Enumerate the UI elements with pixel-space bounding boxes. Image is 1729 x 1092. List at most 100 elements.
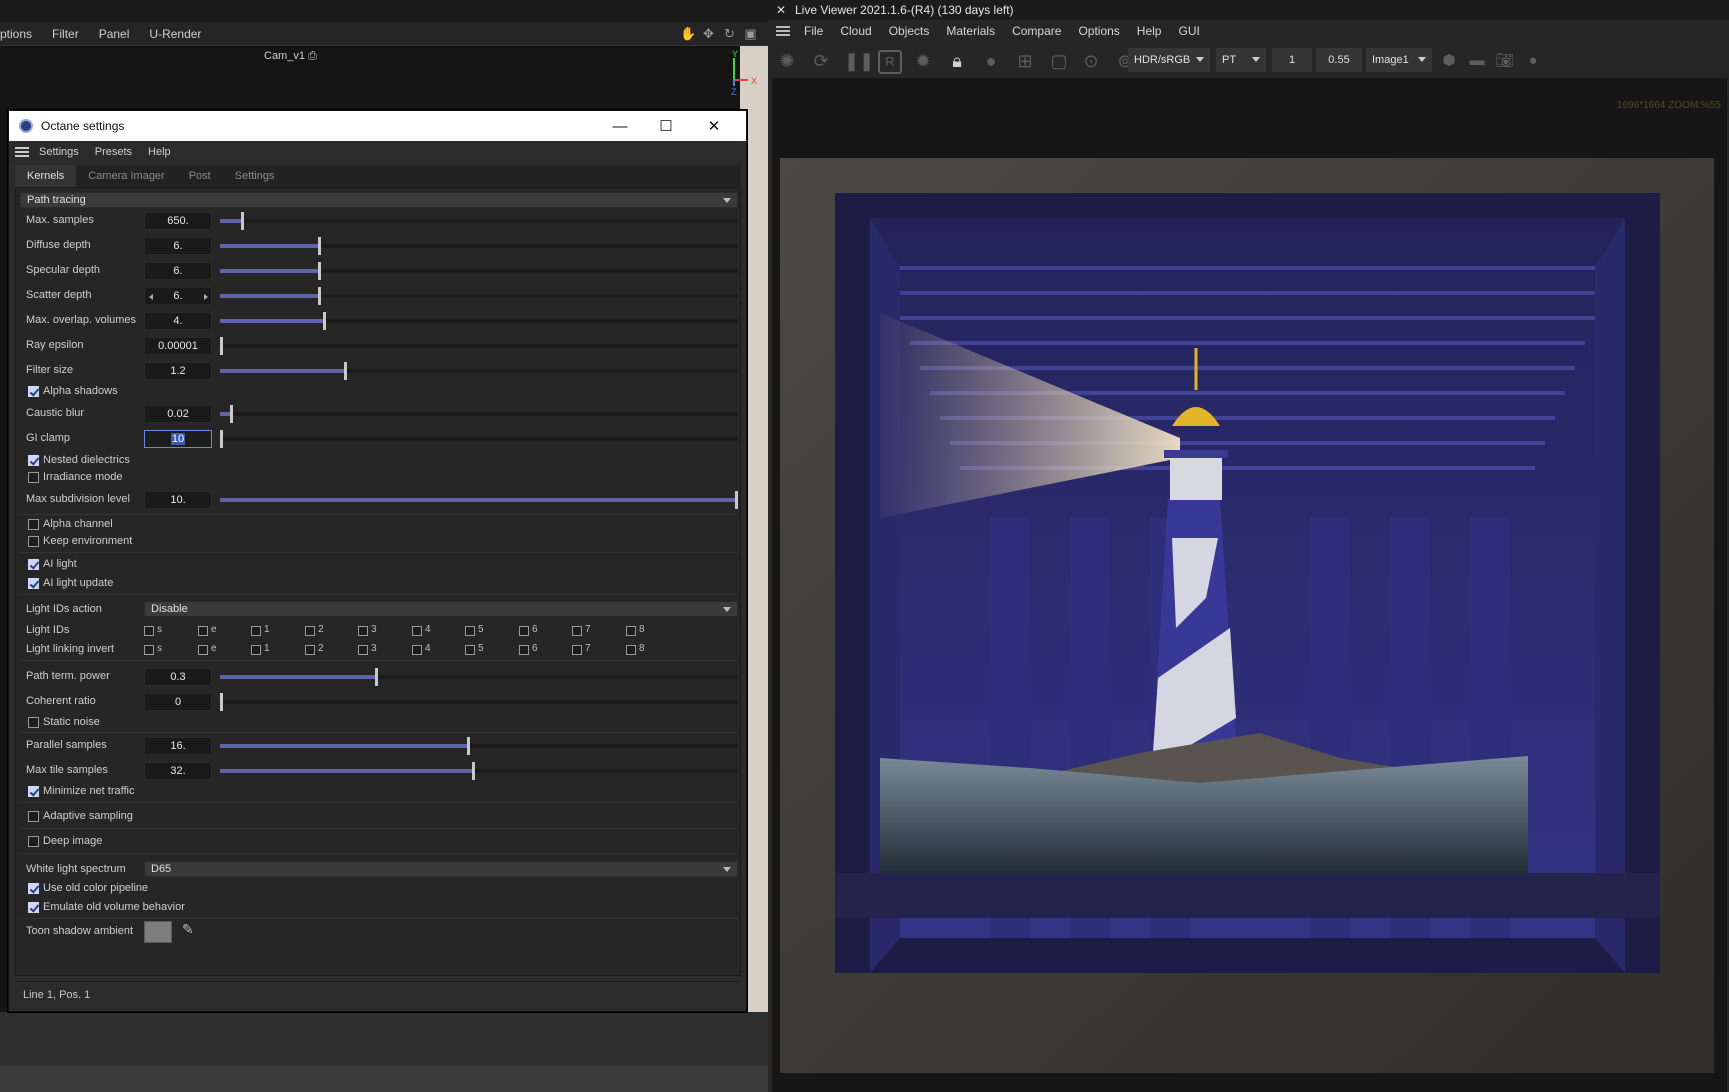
max-tile-samples-slider[interactable] bbox=[220, 762, 738, 780]
scatter-depth-slider[interactable] bbox=[220, 287, 738, 305]
pause-icon[interactable]: ❚❚ bbox=[844, 50, 874, 72]
tab-camera-imager[interactable]: Camera Imager bbox=[76, 165, 176, 187]
tab-settings[interactable]: Settings bbox=[223, 165, 287, 187]
region-render-icon[interactable]: R bbox=[878, 50, 902, 74]
white-light-spectrum-dropdown[interactable]: D65 bbox=[144, 861, 738, 877]
light-linking-checkbox-7[interactable] bbox=[572, 645, 582, 655]
slider-handle[interactable] bbox=[735, 491, 738, 509]
slider-handle[interactable] bbox=[241, 212, 244, 230]
gi-clamp-slider[interactable] bbox=[220, 430, 738, 448]
menu-gui[interactable]: GUI bbox=[1178, 24, 1199, 38]
lock-icon[interactable]: 🔒︎ bbox=[946, 50, 968, 72]
layout-icon[interactable]: ▣ bbox=[743, 26, 758, 41]
material-ball-icon[interactable]: ● bbox=[980, 50, 1002, 72]
menu-objects[interactable]: Objects bbox=[889, 24, 930, 38]
parallel-samples-input[interactable]: 16. bbox=[144, 737, 212, 755]
menu-u-render[interactable]: U-Render bbox=[149, 27, 201, 41]
light-id-checkbox-4[interactable] bbox=[412, 626, 422, 636]
slider-handle[interactable] bbox=[220, 693, 223, 711]
ray-epsilon-slider[interactable] bbox=[220, 337, 738, 355]
light-id-checkbox-3[interactable] bbox=[358, 626, 368, 636]
specular-depth-slider[interactable] bbox=[220, 262, 738, 280]
value-a-field[interactable]: 1 bbox=[1272, 48, 1312, 72]
light-linking-checkbox-8[interactable] bbox=[626, 645, 636, 655]
film-icon[interactable]: ▬ bbox=[1466, 50, 1488, 72]
light-linking-checkbox-e[interactable] bbox=[198, 645, 208, 655]
menu-materials[interactable]: Materials bbox=[946, 24, 995, 38]
minimize-button[interactable]: — bbox=[597, 111, 643, 141]
kernel-mode-select[interactable]: PT bbox=[1216, 48, 1266, 72]
adaptive-sampling-checkbox[interactable] bbox=[28, 811, 39, 822]
decrement-arrow-icon[interactable] bbox=[149, 294, 153, 300]
specular-depth-input[interactable]: 6. bbox=[144, 262, 212, 280]
menu-presets[interactable]: Presets bbox=[95, 146, 132, 158]
hexagon-icon[interactable]: ⬢ bbox=[1438, 50, 1460, 72]
filter-size-slider[interactable] bbox=[220, 362, 738, 380]
nested-dielectrics-checkbox[interactable] bbox=[28, 455, 39, 466]
aperture-icon[interactable]: ✺ bbox=[776, 50, 798, 72]
light-id-checkbox-8[interactable] bbox=[626, 626, 636, 636]
light-linking-checkbox-6[interactable] bbox=[519, 645, 529, 655]
menu-cloud[interactable]: Cloud bbox=[840, 24, 871, 38]
max-samples-input[interactable]: 650. bbox=[144, 212, 212, 230]
frame-icon[interactable]: ▢ bbox=[1048, 50, 1070, 72]
alpha-shadows-checkbox[interactable] bbox=[28, 386, 39, 397]
light-linking-checkbox-5[interactable] bbox=[465, 645, 475, 655]
slider-handle[interactable] bbox=[220, 337, 223, 355]
hand-icon[interactable]: ✋ bbox=[680, 26, 696, 41]
max-samples-slider[interactable] bbox=[220, 212, 738, 230]
keep-environment-checkbox[interactable] bbox=[28, 536, 39, 547]
old-volume-behavior-checkbox[interactable] bbox=[28, 902, 39, 913]
rotate-icon[interactable]: ↻ bbox=[722, 26, 737, 41]
minimize-net-traffic-checkbox[interactable] bbox=[28, 786, 39, 797]
light-id-checkbox-e[interactable] bbox=[198, 626, 208, 636]
slider-handle[interactable] bbox=[323, 312, 326, 330]
old-color-pipeline-checkbox[interactable] bbox=[28, 883, 39, 894]
increment-arrow-icon[interactable] bbox=[204, 294, 208, 300]
light-linking-checkbox-2[interactable] bbox=[305, 645, 315, 655]
static-noise-checkbox[interactable] bbox=[28, 717, 39, 728]
max-tile-samples-input[interactable]: 32. bbox=[144, 762, 212, 780]
hamburger-icon[interactable] bbox=[776, 26, 790, 36]
slider-handle[interactable] bbox=[375, 668, 378, 686]
toon-shadow-color-swatch[interactable] bbox=[144, 921, 172, 943]
alpha-channel-checkbox[interactable] bbox=[28, 519, 39, 530]
path-term-input[interactable]: 0.3 bbox=[144, 668, 212, 686]
light-linking-checkbox-4[interactable] bbox=[412, 645, 422, 655]
light-linking-checkbox-1[interactable] bbox=[251, 645, 261, 655]
light-id-checkbox-6[interactable] bbox=[519, 626, 529, 636]
render-image[interactable] bbox=[780, 158, 1714, 1073]
menu-file[interactable]: File bbox=[804, 24, 823, 38]
coherent-ratio-slider[interactable] bbox=[220, 693, 738, 711]
refresh-icon[interactable]: ⟳ bbox=[810, 50, 832, 72]
light-id-checkbox-5[interactable] bbox=[465, 626, 475, 636]
filter-size-input[interactable]: 1.2 bbox=[144, 362, 212, 380]
parallel-samples-slider[interactable] bbox=[220, 737, 738, 755]
slider-handle[interactable] bbox=[230, 405, 233, 423]
settings-gear-icon[interactable]: ✹ bbox=[912, 50, 934, 72]
irradiance-mode-checkbox[interactable] bbox=[28, 472, 39, 483]
dialog-titlebar[interactable]: Octane settings — ☐ ✕ bbox=[9, 111, 746, 141]
circle-icon[interactable]: ● bbox=[1522, 50, 1544, 72]
light-ids-action-dropdown[interactable]: Disable bbox=[144, 601, 738, 617]
caustic-blur-slider[interactable] bbox=[220, 405, 738, 423]
max-subdiv-slider[interactable] bbox=[220, 491, 738, 509]
menu-panel[interactable]: Panel bbox=[99, 27, 130, 41]
light-id-checkbox-7[interactable] bbox=[572, 626, 582, 636]
menu-filter[interactable]: Filter bbox=[52, 27, 79, 41]
slider-handle[interactable] bbox=[467, 737, 470, 755]
camera-icon[interactable]: 📷︎ bbox=[1494, 50, 1516, 72]
menu-options[interactable]: Options bbox=[1078, 24, 1119, 38]
hamburger-icon[interactable] bbox=[15, 147, 29, 157]
menu-help[interactable]: Help bbox=[148, 146, 171, 158]
ai-light-update-checkbox[interactable] bbox=[28, 578, 39, 589]
menu-help[interactable]: Help bbox=[1137, 24, 1162, 38]
light-linking-checkbox-3[interactable] bbox=[358, 645, 368, 655]
diffuse-depth-input[interactable]: 6. bbox=[144, 237, 212, 255]
move-icon[interactable]: ✥ bbox=[701, 26, 716, 41]
close-button[interactable]: ✕ bbox=[691, 111, 737, 141]
slider-handle[interactable] bbox=[318, 287, 321, 305]
menu-compare[interactable]: Compare bbox=[1012, 24, 1061, 38]
ai-light-checkbox[interactable] bbox=[28, 559, 39, 570]
scatter-depth-input[interactable]: 6. bbox=[144, 287, 212, 305]
